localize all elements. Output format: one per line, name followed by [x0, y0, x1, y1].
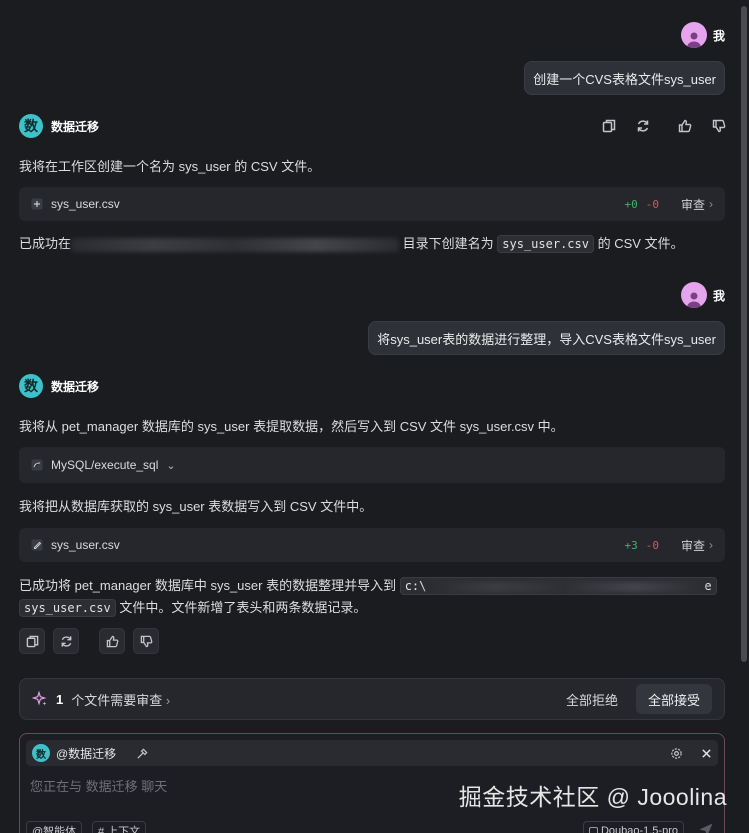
bot-result-1: 已成功在 目录下创建名为 sys_user.csv 的 CSV 文件。	[19, 233, 725, 255]
user-message-1: 创建一个CVS表格文件sys_user	[524, 61, 725, 95]
model-selector[interactable]: Doubao-1.5-pro	[582, 821, 684, 833]
result-suffix: 文件中。文件新增了表头和两条数据记录。	[119, 600, 367, 615]
agent-avatar: 数	[32, 744, 50, 762]
lines-removed: -0	[645, 197, 659, 211]
file-card-1[interactable]: sys_user.csv +0 -0 审查 ›	[19, 187, 725, 221]
pending-review-bar: 1 个文件需要审查 › 全部拒绝 全部接受	[19, 678, 725, 720]
copy-icon[interactable]	[19, 628, 45, 654]
copy-icon[interactable]	[600, 117, 618, 135]
message-actions-bottom	[19, 628, 159, 654]
bot-header-2: 数 数据迁移	[19, 374, 99, 398]
user-header: 我	[680, 22, 725, 48]
bot-name: 数据迁移	[51, 119, 100, 134]
person-icon	[686, 292, 701, 308]
bot-name: 数据迁移	[51, 379, 100, 394]
redacted-path	[71, 237, 400, 252]
model-name: Doubao-1.5-pro	[600, 825, 678, 833]
review-link[interactable]: 审查 ›	[681, 537, 713, 554]
thumbs-down-icon[interactable]	[133, 628, 159, 654]
path-start: c:\	[404, 579, 427, 593]
tools-icon[interactable]	[136, 747, 149, 760]
user-name: 我	[712, 28, 725, 43]
inline-code-filename: sys_user.csv	[19, 599, 116, 617]
lines-added: +3	[624, 538, 638, 552]
context-chip[interactable]: # 上下文	[92, 821, 147, 833]
user-name: 我	[712, 288, 725, 303]
agent-mention[interactable]: @数据迁移	[56, 745, 116, 762]
inline-code-filename: sys_user.csv	[497, 235, 594, 253]
sparkle-icon	[32, 691, 47, 706]
close-icon[interactable]	[701, 748, 712, 759]
inline-code-path: c:\ e	[399, 577, 717, 595]
message-actions-top	[600, 117, 728, 135]
review-count: 1	[56, 691, 64, 707]
thumbs-up-icon[interactable]	[99, 628, 125, 654]
watermark: 掘金技术社区 @ Jooolina	[458, 784, 727, 810]
review-link[interactable]: 审查 ›	[681, 196, 713, 213]
accept-all-button[interactable]: 全部接受	[635, 684, 712, 714]
bot-intro-1: 我将在工作区创建一个名为 sys_user 的 CSV 文件。	[19, 159, 321, 174]
chevron-right-icon: ›	[165, 692, 171, 708]
review-label: 审查	[680, 197, 705, 212]
user-message-2: 将sys_user表的数据进行整理，导入CVS表格文件sys_user	[368, 321, 725, 355]
result-suffix: 的 CSV 文件。	[597, 236, 684, 251]
chevron-right-icon: ›	[709, 538, 713, 552]
redacted-path	[426, 581, 705, 592]
model-icon	[588, 826, 598, 833]
bot-header-1: 数 数据迁移	[19, 114, 99, 138]
tool-name: MySQL/execute_sql	[51, 458, 159, 472]
bot-result-2-line2: sys_user.csv 文件中。文件新增了表头和两条数据记录。	[19, 597, 725, 619]
chevron-down-icon: ⌄	[166, 459, 176, 472]
path-end: e	[704, 579, 712, 593]
lines-added: +0	[624, 197, 638, 211]
result-prefix: 已成功将 pet_manager 数据库中 sys_user 表的数据整理并导入…	[19, 578, 397, 593]
result-middle: 目录下创建名为	[402, 236, 494, 251]
message-input[interactable]: 您正在与 数据迁移 聊天	[30, 776, 167, 795]
file-name: sys_user.csv	[51, 538, 120, 552]
user-avatar	[680, 22, 707, 48]
tool-call-card[interactable]: MySQL/execute_sql ⌄	[19, 447, 725, 483]
thumbs-down-icon[interactable]	[710, 117, 728, 135]
bot-avatar: 数	[19, 374, 43, 398]
agent-chip[interactable]: @智能体	[26, 821, 83, 833]
bot-intro-2: 我将从 pet_manager 数据库的 sys_user 表提取数据，然后写入…	[19, 419, 564, 434]
bot-avatar: 数	[19, 114, 43, 138]
file-card-2[interactable]: sys_user.csv +3 -0 审查 ›	[19, 528, 725, 562]
lines-removed: -0	[645, 538, 659, 552]
send-icon[interactable]	[698, 822, 714, 833]
chevron-right-icon: ›	[709, 197, 713, 211]
bot-result-2-line1: 已成功将 pet_manager 数据库中 sys_user 表的数据整理并导入…	[19, 575, 725, 597]
user-header-2: 我	[680, 282, 725, 308]
review-label-text: 个文件需要审查	[71, 692, 163, 708]
refresh-icon[interactable]	[53, 628, 79, 654]
bot-mid-2: 我将把从数据库获取的 sys_user 表数据写入到 CSV 文件中。	[19, 499, 373, 514]
reject-all-button[interactable]: 全部拒绝	[556, 690, 628, 709]
add-file-icon	[31, 198, 43, 210]
review-label: 审查	[680, 538, 705, 553]
user-avatar	[680, 282, 707, 308]
settings-icon[interactable]	[670, 747, 683, 760]
composer-agent-bar: 数 @数据迁移	[26, 740, 718, 766]
database-icon	[31, 459, 43, 471]
edit-file-icon	[31, 539, 43, 551]
person-icon	[686, 32, 701, 48]
thumbs-up-icon[interactable]	[676, 117, 694, 135]
refresh-icon[interactable]	[634, 117, 652, 135]
file-name: sys_user.csv	[51, 197, 120, 211]
scrollbar[interactable]	[741, 6, 747, 662]
review-label[interactable]: 个文件需要审查 ›	[71, 690, 548, 709]
result-prefix: 已成功在	[19, 236, 72, 251]
